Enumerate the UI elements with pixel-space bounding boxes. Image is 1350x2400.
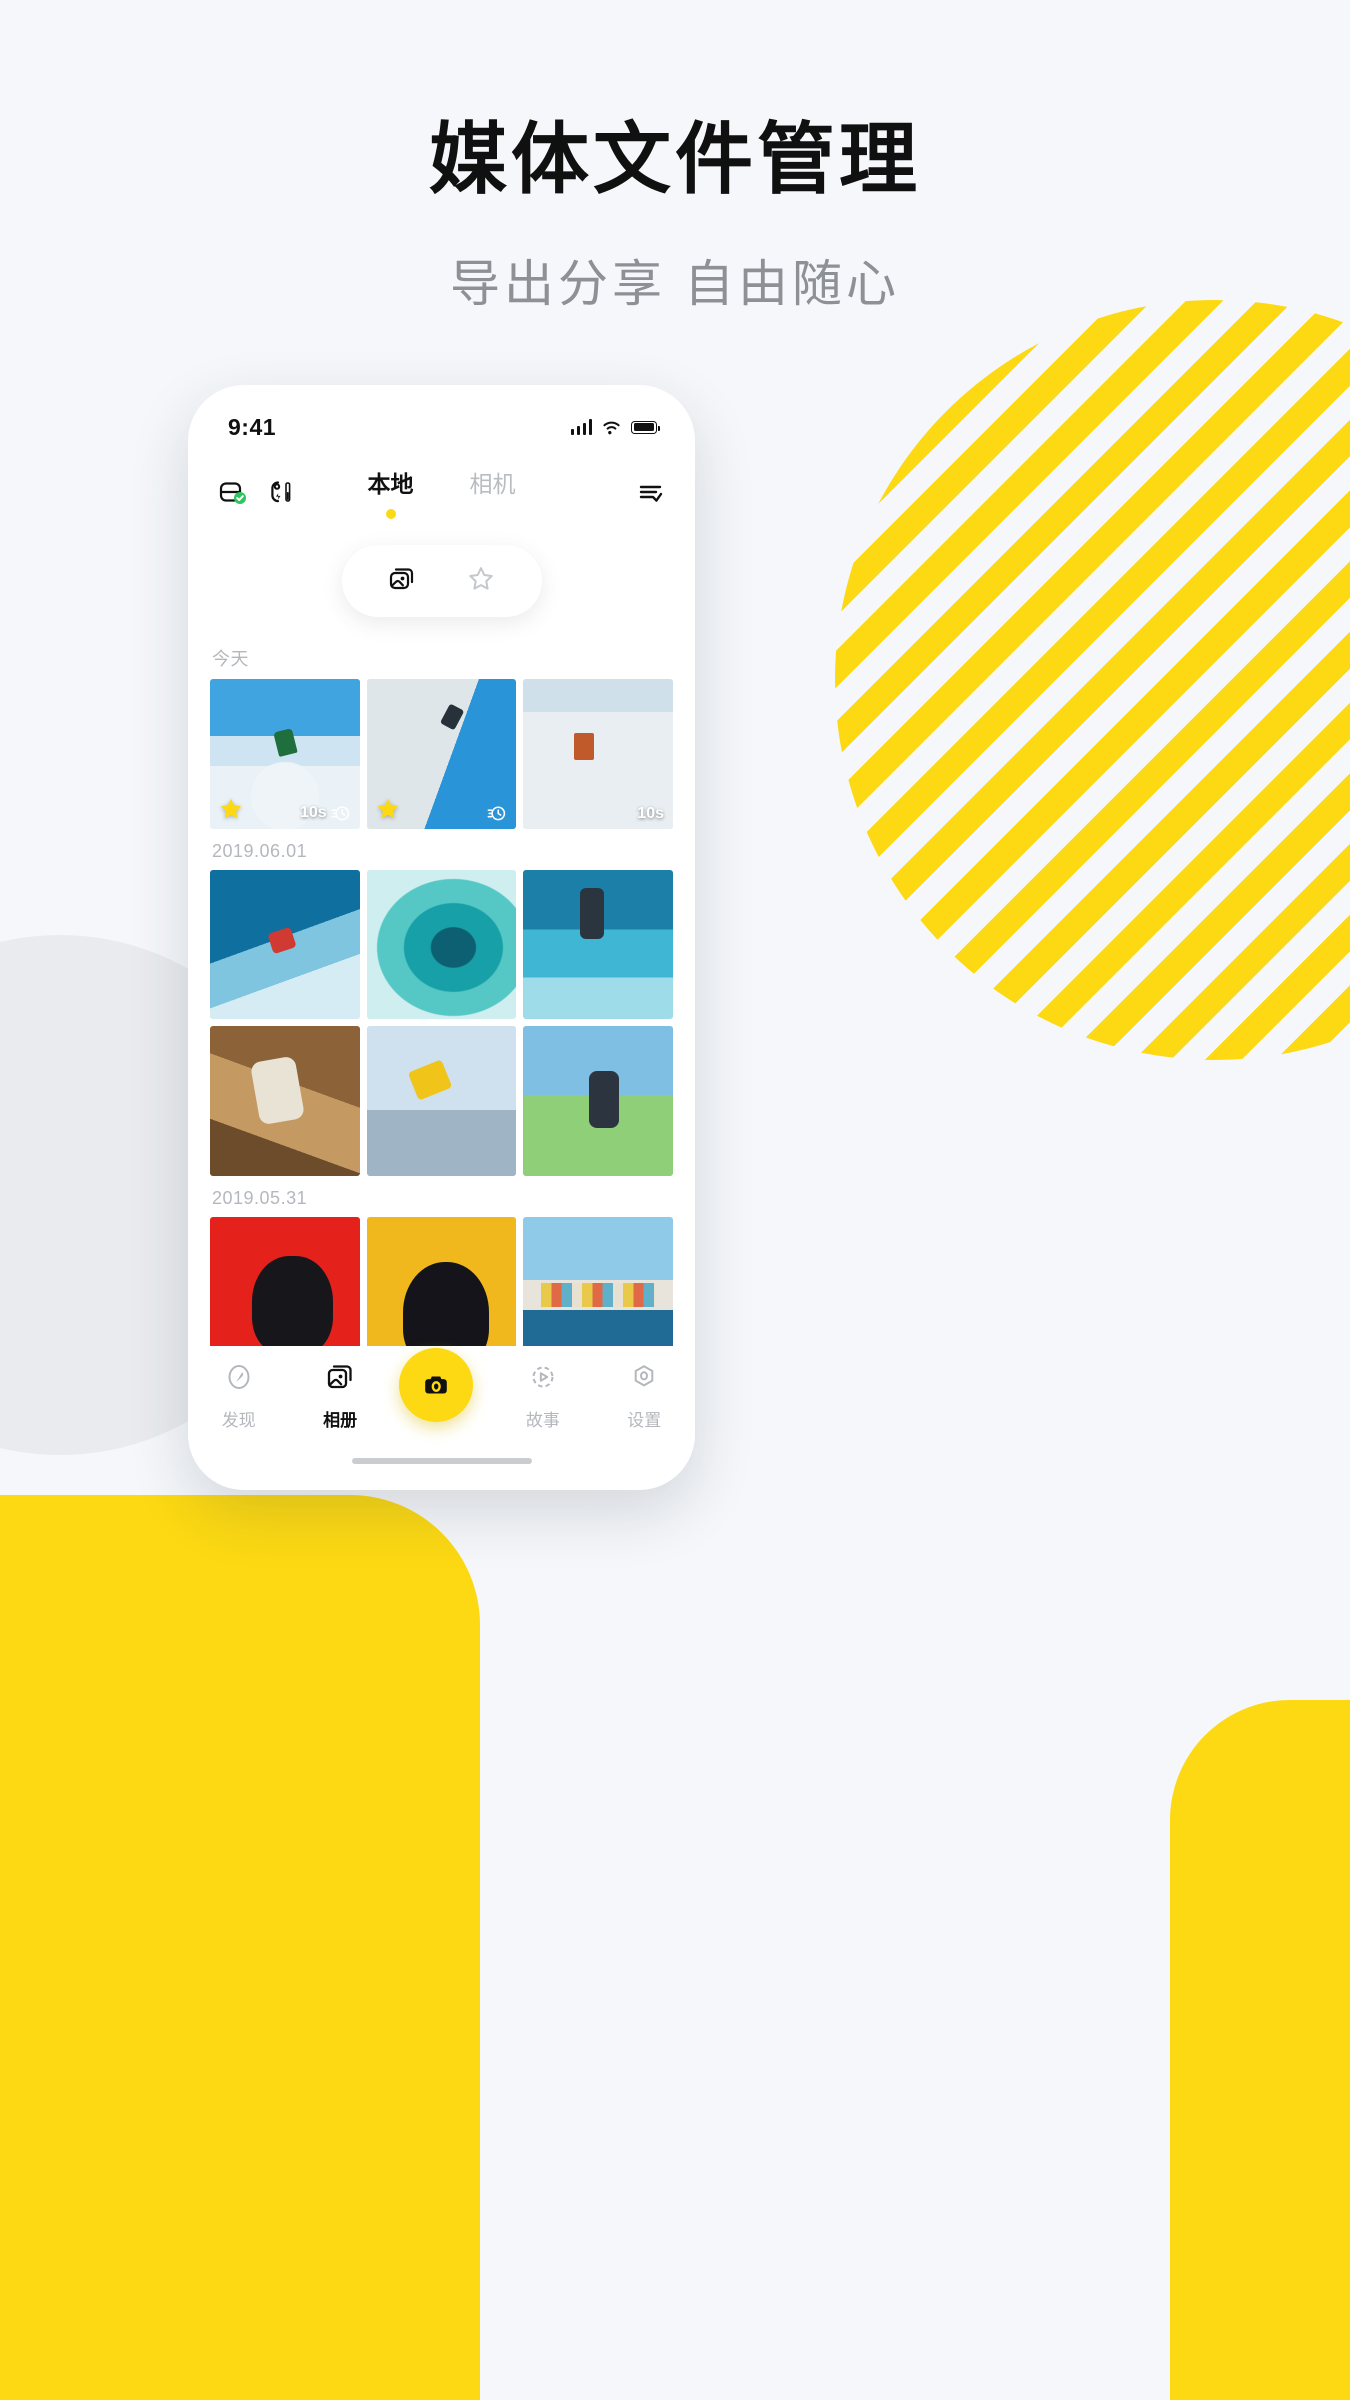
status-time: 9:41 [228,413,277,440]
battery-icon [631,420,660,434]
thumbnail-image [523,1217,673,1346]
bottom-nav-settings[interactable]: 设置 [602,1360,686,1431]
yellow-block-decoration [0,1495,480,2400]
bottom-nav-discover[interactable]: 发现 [197,1360,281,1431]
camera-capture-button[interactable] [399,1348,474,1422]
settings-icon [634,1365,654,1387]
top-nav-right [635,477,665,512]
thumbnail-image [523,1026,673,1177]
photo-surfer-barrel[interactable] [366,869,517,1020]
photo-skater-night[interactable] [210,1026,360,1176]
bottom-nav-camera-fab[interactable] [399,1348,483,1429]
media-gallery[interactable]: 今天 10s 10s 2019.06.01 2019.05.31 [188,633,695,1346]
bottom-nav-album[interactable]: 相册 [298,1360,382,1431]
favorite-star-badge [377,798,398,818]
gallery-icon [327,1365,352,1389]
home-indicator[interactable] [351,1458,532,1464]
gallery-date-header: 今天 [212,649,249,669]
sort-list-icon[interactable] [635,477,665,512]
photo-skater-jump[interactable] [366,1026,517,1177]
status-icons [570,419,660,435]
photo-skier-mountain[interactable]: 10s [210,679,360,829]
story-play-icon [532,1366,554,1388]
bottom-nav-story[interactable]: 故事 [501,1360,585,1431]
photo-ski-lift[interactable]: 10s [523,679,673,829]
media-filter-pill [341,545,542,617]
thumbnail-image [366,869,517,1020]
thumbnail-image [210,1026,360,1176]
signal-icon [570,419,592,435]
page-title: 媒体文件管理 [428,115,921,205]
striped-circle-decoration [835,300,1350,1060]
favorites-star-icon[interactable] [465,563,497,600]
top-navigation: 本地 相机 [188,451,695,523]
gallery-grid: 10s 10s [210,679,673,829]
bottom-nav-label: 设置 [627,1411,662,1430]
thumbnail-image [210,869,360,1020]
compass-icon [228,1365,250,1389]
bottom-navigation: 发现 相册 故事 设置 [188,1346,695,1454]
bottom-nav-label: 故事 [525,1411,560,1430]
photo-skier-slope[interactable] [366,679,517,829]
yellow-right-decoration [1170,1700,1350,2400]
tab-local[interactable]: 本地 [368,465,414,505]
thumbnail-image [366,1026,517,1177]
gallery-date-header: 2019.05.31 [212,1188,308,1209]
bottom-nav-label: 发现 [221,1411,256,1430]
storage-connected-icon[interactable] [218,477,248,512]
device-battery-icon[interactable] [264,477,294,512]
phone-mockup: 9:41 本地 相机 今天 10s 10s 2019.06.01 2019.05… [188,385,695,1490]
duration-text: 10s [299,803,327,821]
photo-man-with-dog[interactable] [523,1026,673,1177]
gallery-grid [210,869,673,1177]
timelapse-icon [487,806,506,821]
photo-pug-yellow[interactable] [366,1217,517,1346]
status-bar: 9:41 [188,385,695,451]
duration-badge [483,803,507,823]
all-media-icon[interactable] [386,562,420,601]
timelapse-icon [331,806,349,821]
duration-badge: 10s [637,805,664,823]
photo-surfer-drop[interactable] [523,869,673,1020]
wifi-icon [603,421,620,434]
thumbnail-image [523,869,673,1020]
camera-icon [425,1376,448,1394]
page-subtitle: 导出分享 自由随心 [450,255,900,312]
bottom-nav-label: 相册 [323,1411,358,1430]
filter-row [188,523,695,633]
gallery-date-header: 2019.06.01 [212,840,308,861]
gallery-grid [210,1217,673,1346]
top-nav-left-icons [218,477,294,512]
favorite-star-badge [220,798,242,818]
home-indicator-bar [188,1454,695,1490]
hero-section: 媒体文件管理 导出分享 自由随心 [0,0,1350,316]
thumbnail-image [366,1217,517,1346]
duration-text: 10s [637,804,664,822]
photo-pug-red-beret[interactable] [210,1217,360,1346]
tab-camera[interactable]: 相机 [470,465,516,505]
photo-harbor-city[interactable] [523,1217,673,1346]
photo-surfer-red[interactable] [210,869,360,1020]
duration-badge: 10s [300,803,351,823]
thumbnail-image [210,1217,360,1346]
